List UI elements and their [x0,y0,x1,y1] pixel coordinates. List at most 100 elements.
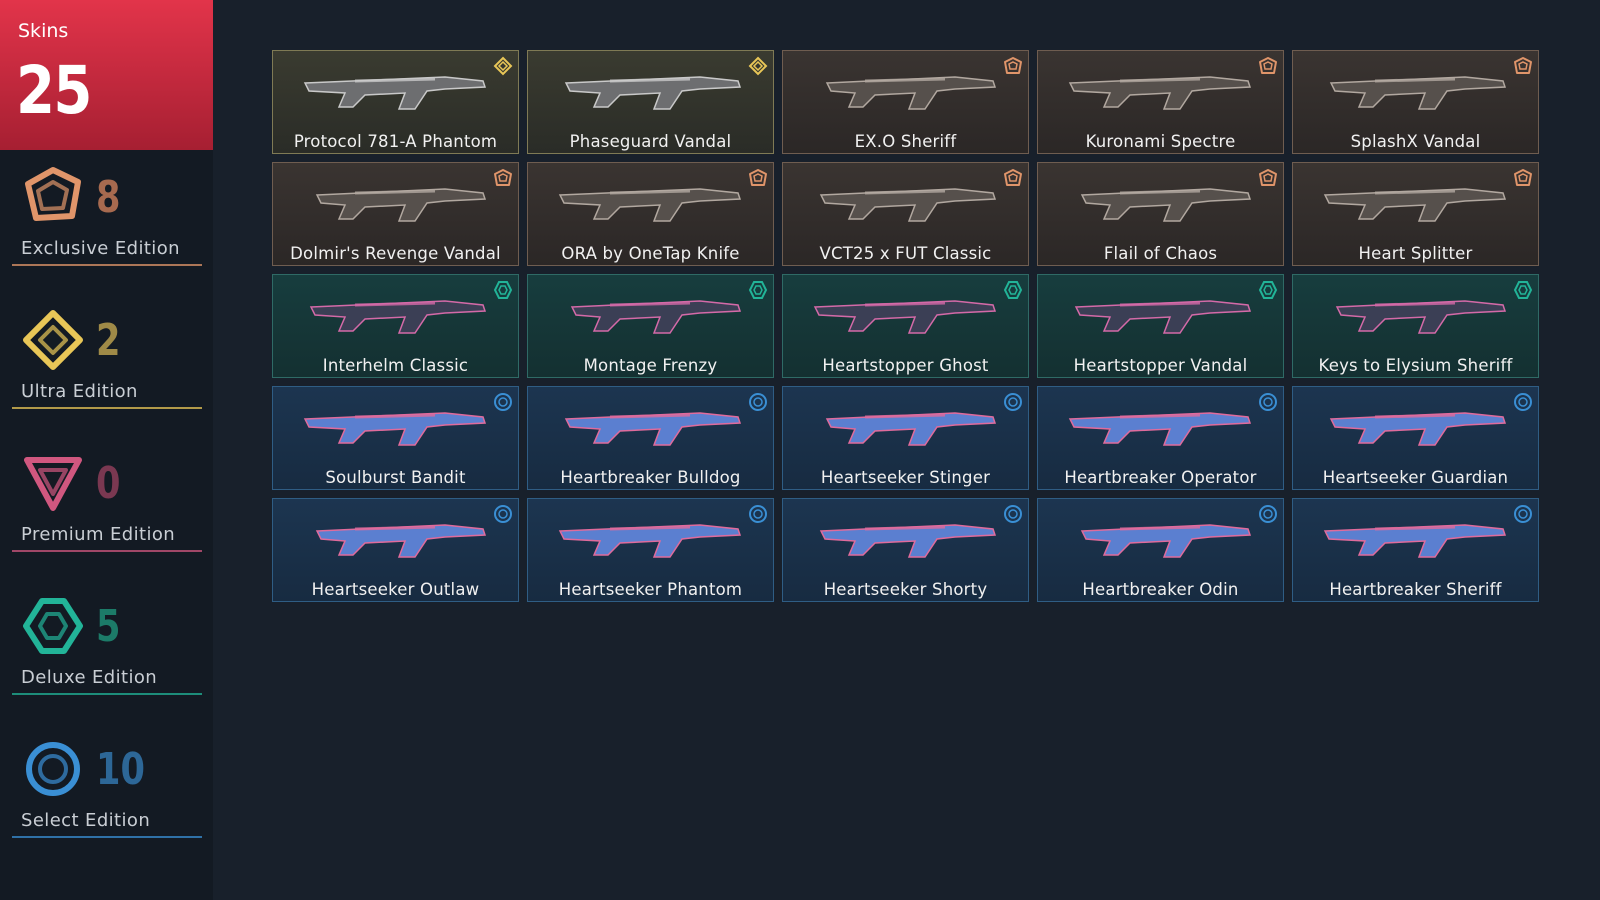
skin-name: Heartseeker Shorty [823,580,988,599]
skin-name: ORA by OneTap Knife [561,244,740,263]
skin-name: Interhelm Classic [322,356,469,375]
weapon-image [303,412,487,446]
select-edition-icon [26,742,80,796]
skin-name: Heartstopper Ghost [822,356,989,375]
skin-name: Protocol 781-A Phantom [293,132,498,151]
exclusive-tier-icon [1259,169,1277,186]
skin-name: Montage Frenzy [583,356,718,375]
skin-card[interactable]: Flail of Chaos [1037,162,1284,266]
ultra-edition-icon [23,310,83,370]
deluxe-count: 5 [96,601,121,652]
select-label: Select Edition [21,810,151,831]
skins-total-header: Skins 25 [0,0,213,150]
skin-card[interactable]: Montage Frenzy [527,274,774,378]
deluxe-tier-icon [493,281,513,299]
exclusive-tier-icon [1514,57,1532,74]
weapon-image [558,188,742,222]
weapon-image [564,412,742,446]
skin-card[interactable]: ORA by OneTap Knife [527,162,774,266]
edition-premium[interactable]: 0 Premium Edition [12,452,202,562]
select-tier-icon [1514,393,1532,411]
skin-card[interactable]: Phaseguard Vandal [527,50,774,154]
skins-count: 25 [16,52,92,129]
edition-deluxe[interactable]: 5 Deluxe Edition [12,595,202,705]
edition-select[interactable]: 10 Select Edition [12,738,202,848]
skin-card[interactable]: Heart Splitter [1292,162,1539,266]
skin-name: Heartbreaker Sheriff [1329,580,1502,599]
select-count: 10 [96,744,145,795]
skin-card[interactable]: Heartseeker Guardian [1292,386,1539,490]
skin-card[interactable]: SplashX Vandal [1292,50,1539,154]
weapon-image [1323,524,1507,558]
select-tier-icon [1259,505,1277,523]
skin-card[interactable]: Heartstopper Ghost [782,274,1029,378]
skin-card[interactable]: Heartseeker Phantom [527,498,774,602]
skin-name: Heartseeker Guardian [1322,468,1509,487]
skin-name: SplashX Vandal [1350,132,1481,151]
skin-name: Keys to Elysium Sheriff [1318,356,1513,375]
edition-ultra[interactable]: 2 Ultra Edition [12,309,202,419]
sidebar: Skins 25 8 Exclusive Edition 2 Ultra Edi… [0,0,213,900]
exclusive-tier-icon [1004,57,1022,74]
skin-card[interactable]: Interhelm Classic [272,274,519,378]
select-tier-icon [494,393,512,411]
skin-card[interactable]: Heartbreaker Bulldog [527,386,774,490]
skin-card[interactable]: Heartbreaker Sheriff [1292,498,1539,602]
deluxe-tier-icon [1003,281,1023,299]
select-underline [12,836,202,838]
exclusive-edition-icon [25,167,81,221]
ultra-label: Ultra Edition [21,381,138,402]
skin-card[interactable]: EX.O Sheriff [782,50,1029,154]
select-tier-icon [749,505,767,523]
skin-card[interactable]: Heartseeker Shorty [782,498,1029,602]
premium-underline [12,550,202,552]
skin-name: Dolmir's Revenge Vandal [290,244,501,263]
exclusive-tier-icon [494,169,512,186]
skin-name: Flail of Chaos [1103,244,1218,263]
ultra-count: 2 [96,315,121,366]
select-tier-icon [1004,393,1022,411]
skin-card[interactable]: Dolmir's Revenge Vandal [272,162,519,266]
weapon-image [1074,300,1252,334]
edition-exclusive[interactable]: 8 Exclusive Edition [12,166,202,276]
deluxe-edition-icon [23,598,83,654]
skin-card[interactable]: Heartbreaker Operator [1037,386,1284,490]
weapon-image [825,412,997,446]
premium-count: 0 [96,458,121,509]
exclusive-tier-icon [1259,57,1277,74]
skin-name: Heartbreaker Operator [1064,468,1257,487]
skin-card[interactable]: Keys to Elysium Sheriff [1292,274,1539,378]
skin-name: EX.O Sheriff [854,132,957,151]
skin-card[interactable]: VCT25 x FUT Classic [782,162,1029,266]
skin-card[interactable]: Heartseeker Outlaw [272,498,519,602]
skin-name: Phaseguard Vandal [569,132,732,151]
weapon-image [825,76,997,110]
select-tier-icon [1514,505,1532,523]
weapon-image [819,188,997,222]
ultra-underline [12,407,202,409]
select-tier-icon [1004,505,1022,523]
skin-card[interactable]: Heartseeker Stinger [782,386,1029,490]
weapon-image [819,524,997,558]
exclusive-tier-icon [1514,169,1532,186]
skin-card[interactable]: Kuronami Spectre [1037,50,1284,154]
ultra-tier-icon [493,56,513,76]
skin-name: Heartseeker Outlaw [311,580,480,599]
skin-card[interactable]: Soulburst Bandit [272,386,519,490]
ultra-tier-icon [748,56,768,76]
exclusive-tier-icon [749,169,767,186]
select-tier-icon [749,393,767,411]
skin-card[interactable]: Protocol 781-A Phantom [272,50,519,154]
weapon-image [1068,412,1252,446]
weapon-image [1323,188,1507,222]
weapon-image [1329,412,1507,446]
skin-name: VCT25 x FUT Classic [819,244,992,263]
exclusive-tier-icon [1004,169,1022,186]
skin-card[interactable]: Heartbreaker Odin [1037,498,1284,602]
skin-name: Heart Splitter [1358,244,1473,263]
exclusive-label: Exclusive Edition [21,238,180,259]
skins-label: Skins [18,20,69,42]
skin-name: Kuronami Spectre [1085,132,1236,151]
weapon-image [1080,524,1252,558]
skin-card[interactable]: Heartstopper Vandal [1037,274,1284,378]
